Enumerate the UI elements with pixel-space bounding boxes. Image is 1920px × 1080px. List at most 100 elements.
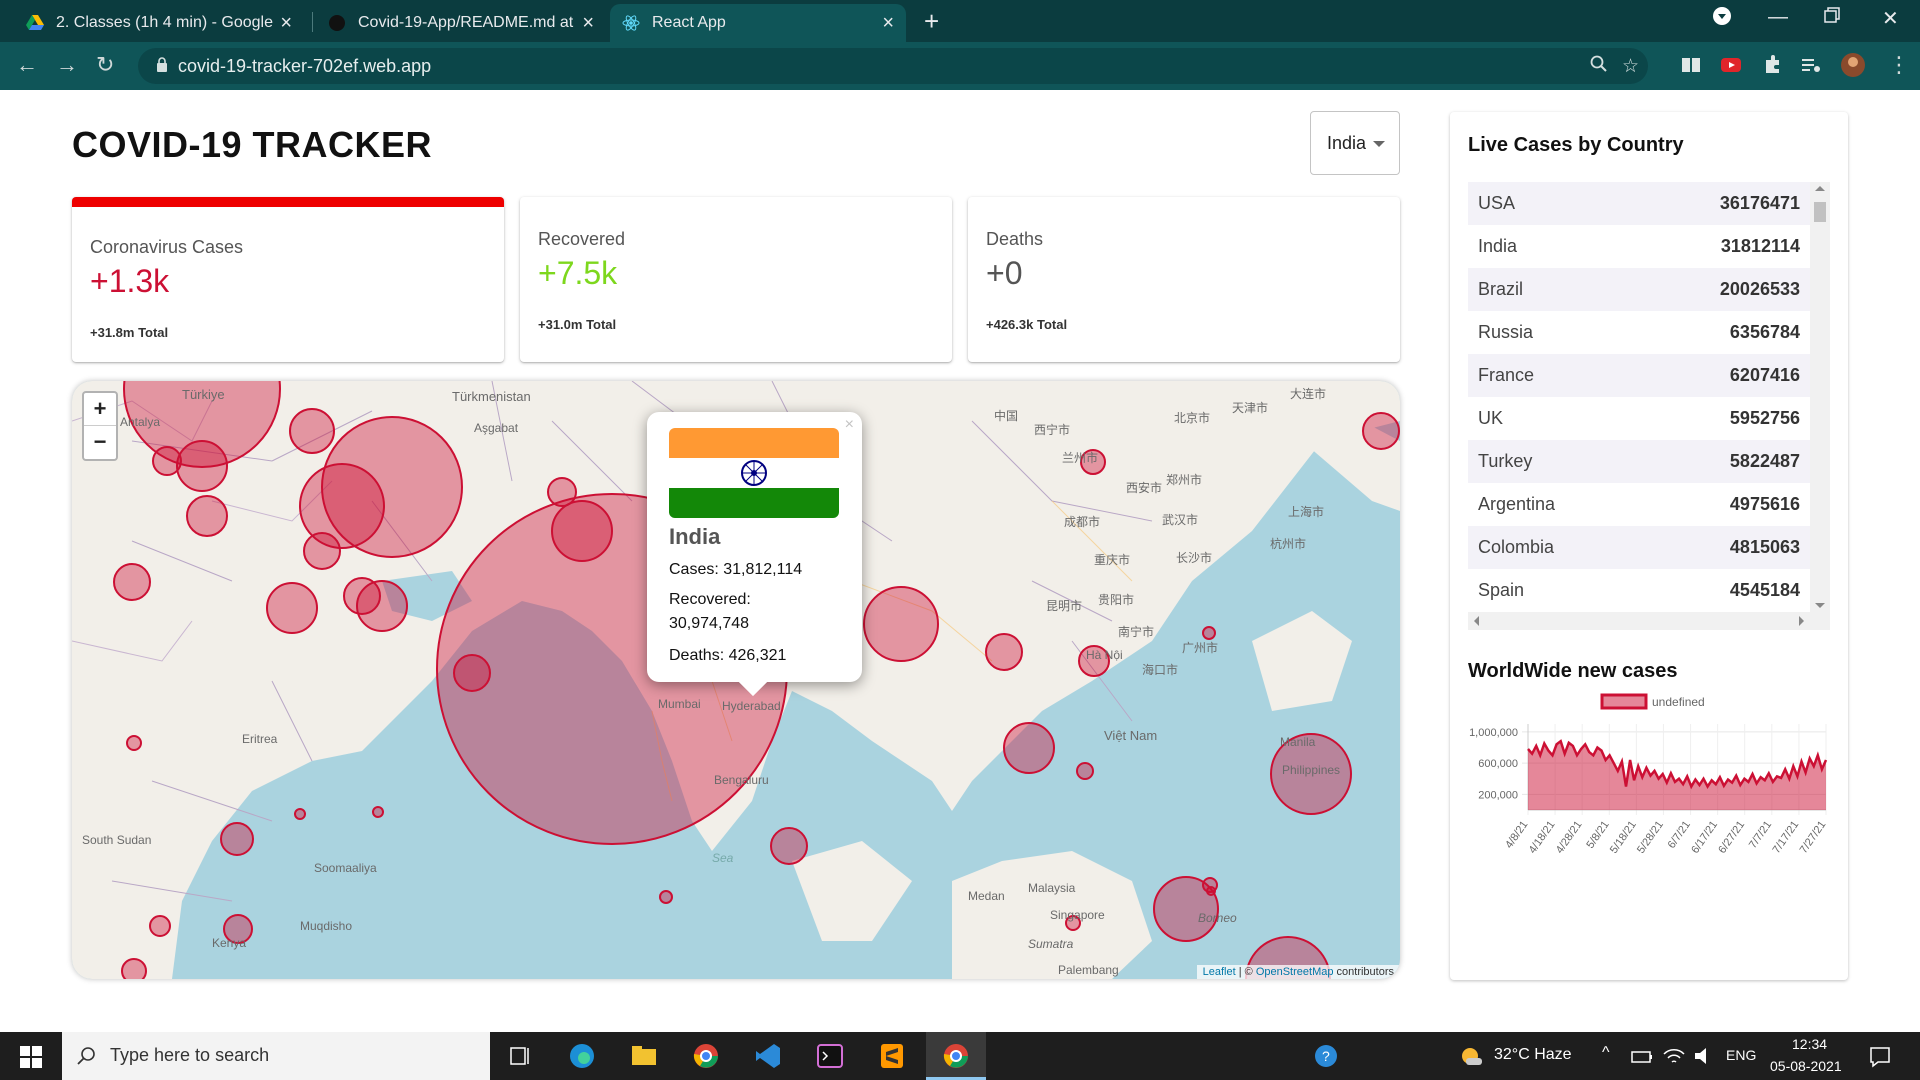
- deaths-card-label: Deaths: [986, 229, 1044, 249]
- map-label: Sea: [712, 851, 734, 865]
- chrome-icon[interactable]: [692, 1042, 720, 1070]
- menu-kebab-icon[interactable]: ⋮: [1888, 52, 1910, 78]
- profile-avatar[interactable]: [1840, 52, 1866, 78]
- x-tick-label: 7/17/21: [1770, 819, 1801, 856]
- tab-google-drive[interactable]: 2. Classes (1h 4 min) - Google Dr ×: [14, 4, 304, 42]
- tab-title: 2. Classes (1h 4 min) - Google Dr: [56, 14, 276, 31]
- notification-icon[interactable]: [1866, 1042, 1894, 1070]
- country-name: Spain: [1478, 580, 1525, 600]
- legend-swatch: [1600, 693, 1648, 710]
- google-drive-icon: [26, 14, 44, 32]
- country-cases: 6207416: [1729, 365, 1800, 385]
- country-name: UK: [1478, 408, 1504, 428]
- country-name: Argentina: [1478, 494, 1556, 514]
- sublime-text-icon[interactable]: [878, 1042, 906, 1070]
- vertical-scrollbar[interactable]: [1810, 182, 1830, 612]
- world-map[interactable]: Türkiye Antalya Türkmenistan Aşgabat Mum…: [72, 381, 1400, 979]
- country-cases: 36176471: [1719, 193, 1800, 213]
- close-window-icon[interactable]: ✕: [1882, 6, 1899, 31]
- map-label: 西宁市: [1034, 423, 1071, 437]
- zoom-in-button[interactable]: +: [84, 393, 116, 426]
- back-arrow-icon[interactable]: ←: [16, 52, 38, 78]
- map-label: Aşgabat: [474, 421, 519, 435]
- x-tick-label: 6/7/21: [1666, 819, 1693, 851]
- popup-recovered-value: 30,974,748: [669, 615, 750, 632]
- tab-search-icon[interactable]: [1712, 6, 1732, 32]
- cases-card-label: Coronavirus Cases: [90, 237, 244, 257]
- youtube-extension-icon[interactable]: [1720, 54, 1742, 76]
- windows-start-icon[interactable]: [20, 1046, 42, 1068]
- live-cases-title: Live Cases by Country: [1468, 134, 1684, 156]
- new-tab-icon[interactable]: +: [924, 6, 939, 37]
- openstreetmap-link[interactable]: OpenStreetMap: [1256, 966, 1334, 978]
- ashoka-chakra-icon: [741, 459, 767, 486]
- map-label: Philippines: [1282, 763, 1341, 777]
- map-label: Việt Nam: [1104, 728, 1158, 743]
- leaflet-link[interactable]: Leaflet: [1203, 966, 1236, 978]
- table-row: Brazil 20026533: [1468, 268, 1830, 311]
- clock-date[interactable]: 05-08-2021: [1770, 1058, 1842, 1074]
- language-indicator[interactable]: ENG: [1726, 1047, 1756, 1063]
- tab-react-app[interactable]: React App ×: [610, 4, 906, 42]
- battery-icon[interactable]: [1628, 1042, 1656, 1070]
- map-label: Hà Nội: [1086, 648, 1123, 662]
- vscode-icon[interactable]: [754, 1042, 782, 1070]
- table-row: Colombia 4815063: [1468, 526, 1830, 569]
- forward-arrow-icon[interactable]: →: [56, 52, 78, 78]
- media-control-icon[interactable]: [1800, 54, 1822, 76]
- help-icon[interactable]: ?: [1312, 1042, 1340, 1070]
- minimize-icon[interactable]: —: [1768, 6, 1788, 29]
- volume-icon[interactable]: [1690, 1042, 1718, 1070]
- tab-title: Covid-19-App/README.md at m: [358, 14, 578, 31]
- map-label: Antalya: [120, 415, 161, 429]
- recovered-card[interactable]: Recovered +7.5k +31.0m Total: [520, 197, 952, 362]
- horizontal-scrollbar[interactable]: [1468, 612, 1830, 630]
- weather-text[interactable]: 32°C Haze: [1494, 1046, 1572, 1064]
- y-tick-label: 600,000: [1478, 758, 1518, 770]
- close-tab-icon[interactable]: ×: [280, 12, 292, 35]
- country-table[interactable]: USA 36176471 India 31812114 Brazil 20026533 Ru…: [1468, 182, 1830, 630]
- y-tick-label: 200,000: [1478, 789, 1518, 801]
- close-tab-icon[interactable]: ×: [582, 12, 594, 35]
- tab-github-readme[interactable]: Covid-19-App/README.md at m ×: [316, 4, 606, 42]
- chevron-up-icon[interactable]: ^: [1602, 1044, 1610, 1062]
- country-cases: 5952756: [1729, 408, 1800, 428]
- zoom-out-button[interactable]: −: [84, 426, 116, 459]
- cases-card[interactable]: Coronavirus Cases +1.3k +31.8m Total: [72, 197, 504, 362]
- task-view-icon[interactable]: [506, 1042, 534, 1070]
- map-label: 天津市: [1232, 401, 1269, 415]
- reading-list-icon[interactable]: [1680, 54, 1702, 76]
- close-icon[interactable]: ×: [845, 416, 854, 434]
- close-tab-icon[interactable]: ×: [882, 12, 894, 35]
- india-flag: [669, 428, 839, 518]
- wifi-icon[interactable]: [1660, 1042, 1688, 1070]
- recovered-card-label: Recovered: [538, 229, 626, 249]
- recovered-card-total: +31.0m Total: [538, 317, 617, 332]
- deaths-card[interactable]: Deaths +0 +426.3k Total: [968, 197, 1400, 362]
- zoom-icon[interactable]: [1590, 55, 1608, 79]
- file-explorer-icon[interactable]: [630, 1042, 658, 1070]
- terminal-icon[interactable]: [816, 1042, 844, 1070]
- country-name: France: [1478, 365, 1535, 385]
- map-label: Borneo: [1198, 911, 1237, 925]
- x-tick-label: 7/27/21: [1798, 819, 1829, 856]
- x-tick-label: 5/8/21: [1584, 819, 1611, 851]
- deaths-card-total: +426.3k Total: [986, 317, 1068, 332]
- country-dropdown[interactable]: India: [1310, 111, 1400, 175]
- zoom-control: + −: [82, 391, 118, 461]
- bookmark-star-icon[interactable]: ☆: [1622, 55, 1639, 78]
- taskbar-search[interactable]: Type here to search: [62, 1032, 490, 1080]
- address-bar[interactable]: covid-19-tracker-702ef.web.app ☆: [138, 48, 1648, 84]
- x-tick-label: 6/27/21: [1716, 819, 1747, 856]
- legend-label: undefined: [1652, 695, 1705, 709]
- taskbar-active-chrome[interactable]: [926, 1032, 986, 1080]
- map-label: 重庆市: [1094, 553, 1131, 567]
- reload-icon[interactable]: ↻: [96, 52, 114, 78]
- extensions-puzzle-icon[interactable]: [1762, 54, 1784, 76]
- maximize-icon[interactable]: [1824, 6, 1840, 29]
- map-label: 武汉市: [1162, 513, 1199, 527]
- country-name: Brazil: [1478, 279, 1524, 299]
- edge-icon[interactable]: [568, 1042, 596, 1070]
- clock-time[interactable]: 12:34: [1792, 1036, 1827, 1052]
- map-label: Türkmenistan: [452, 389, 531, 404]
